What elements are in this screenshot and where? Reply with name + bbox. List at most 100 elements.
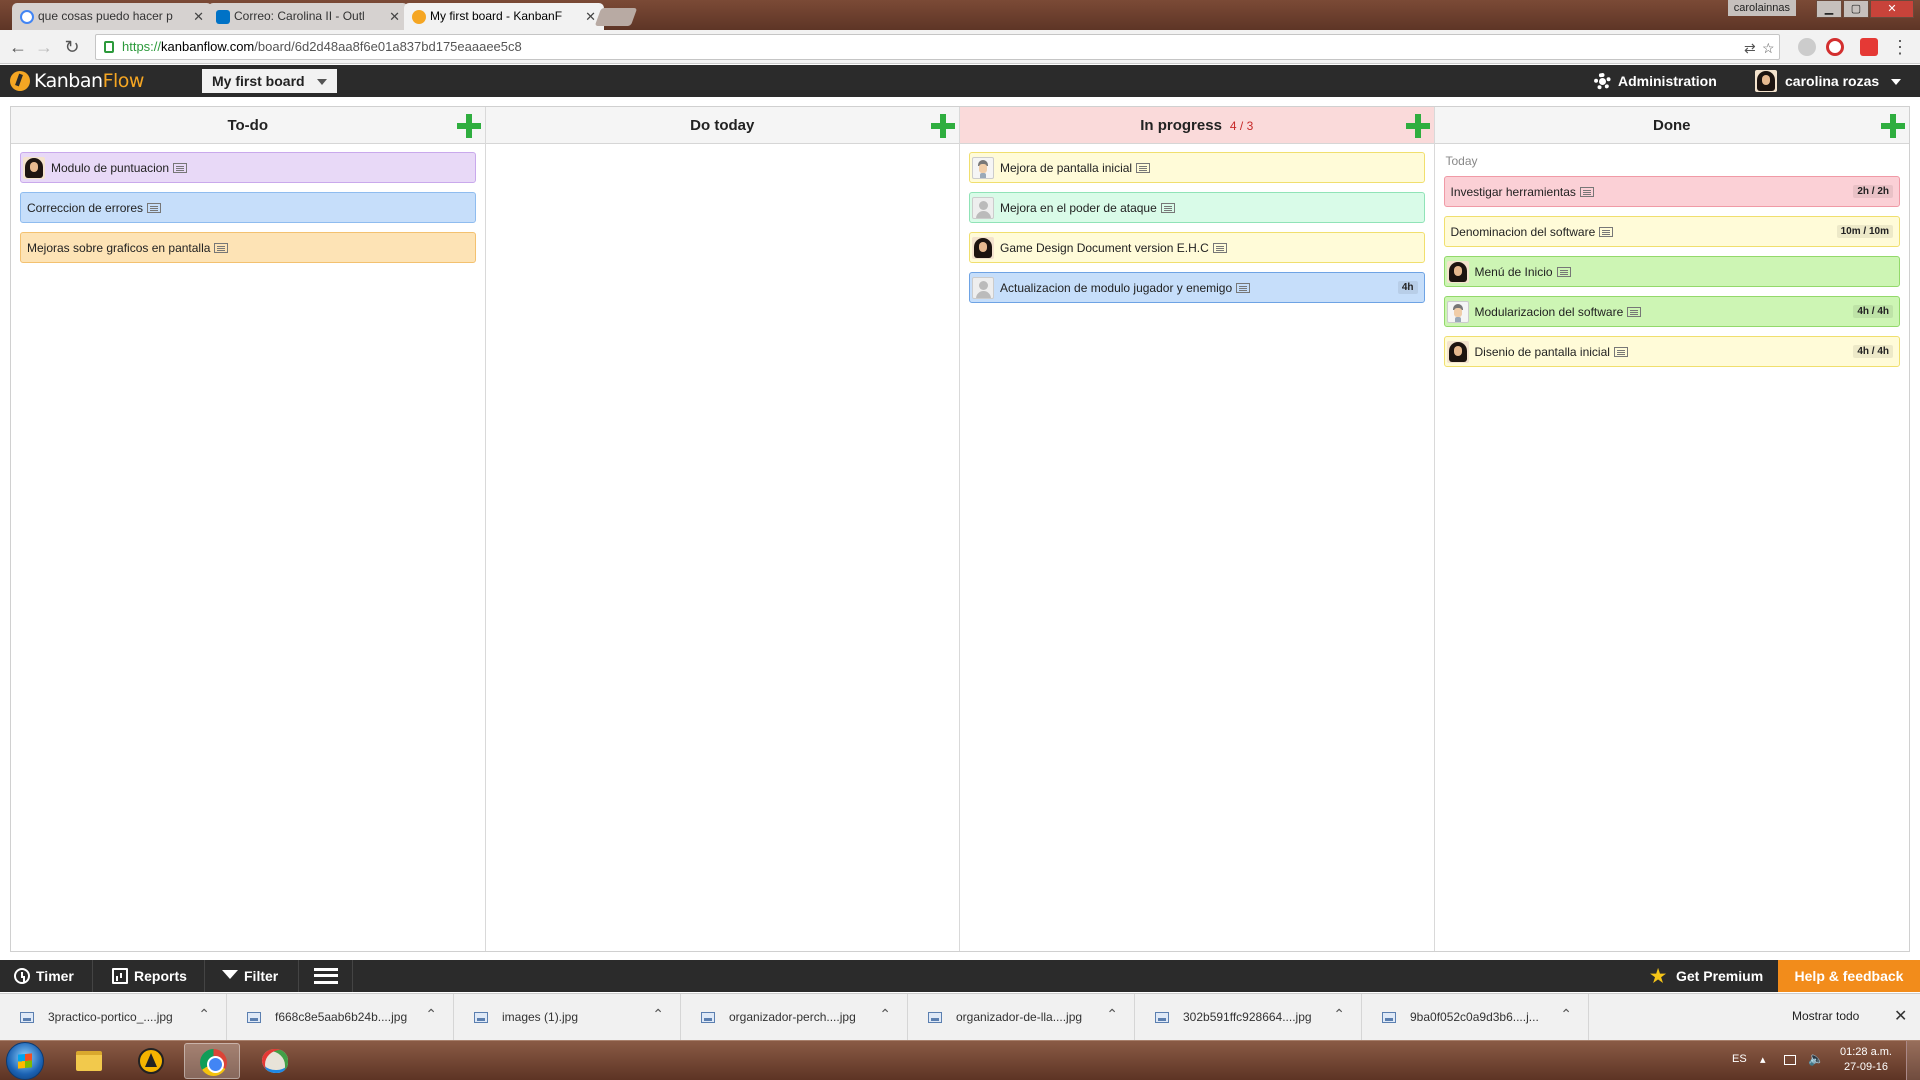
window-close-button[interactable]: ✕	[1870, 0, 1914, 18]
chevron-up-icon[interactable]: ⌃	[425, 1006, 437, 1023]
minimize-button[interactable]: ▁	[1816, 0, 1842, 18]
task-card[interactable]: Mejora en el poder de ataque	[969, 192, 1425, 223]
browser-toolbar: ← → ↻ https://kanbanflow.com/board/6d2d4…	[0, 30, 1920, 64]
download-shelf: Mostrar todo ✕ 3practico-portico_....jpg…	[0, 993, 1920, 1041]
column-title: In progress	[1140, 117, 1222, 134]
help-feedback-button[interactable]: Help & feedback	[1778, 960, 1920, 992]
task-card[interactable]: Investigar herramientas 2h / 2h	[1443, 176, 1900, 207]
task-card[interactable]: Modularizacion del software 4h / 4h	[1443, 296, 1900, 327]
task-card[interactable]: Modulo de puntuacion	[20, 152, 476, 183]
task-card[interactable]: Mejora de pantalla inicial	[969, 152, 1425, 183]
maximize-button[interactable]: ▢	[1843, 0, 1869, 18]
network-icon[interactable]	[1784, 1055, 1796, 1065]
chevron-up-icon[interactable]: ⌃	[1560, 1006, 1572, 1023]
profile-button[interactable]: carolainnas	[1727, 0, 1796, 16]
close-shelf-icon[interactable]: ✕	[1894, 1006, 1907, 1026]
logo-text: KanbanFlow	[34, 70, 144, 92]
back-arrow-icon[interactable]: ←	[8, 37, 28, 57]
timer-button[interactable]: Timer	[10, 960, 74, 992]
tray-expand-icon[interactable]: ▴	[1760, 1053, 1766, 1066]
download-item[interactable]: 302b591ffc928664....jpg ⌃	[1135, 994, 1362, 1041]
browser-tab[interactable]: Correo: Carolina II - Outl ✕	[208, 3, 408, 30]
show-desktop-button[interactable]	[1906, 1041, 1920, 1080]
media-extension-icon[interactable]	[1860, 38, 1878, 56]
system-clock[interactable]: 01:28 a.m. 27-09-16	[1836, 1045, 1896, 1075]
add-task-plus-icon[interactable]	[456, 114, 481, 138]
add-task-plus-icon[interactable]	[931, 114, 955, 138]
chevron-up-icon[interactable]: ⌃	[879, 1006, 891, 1023]
user-menu[interactable]: carolina rozas	[1755, 65, 1902, 97]
description-icon	[1599, 226, 1614, 237]
taskbar-paint[interactable]	[246, 1043, 302, 1079]
chevron-up-icon[interactable]: ⌃	[1106, 1006, 1118, 1023]
browser-tab-active[interactable]: My first board - KanbanF ✕	[404, 3, 604, 30]
divider	[204, 960, 205, 992]
task-card[interactable]: Menú de Inicio	[1443, 256, 1900, 287]
chevron-up-icon[interactable]: ⌃	[1333, 1006, 1345, 1023]
download-item[interactable]: organizador-de-lla....jpg ⌃	[908, 994, 1135, 1041]
window-controls: ▁ ▢ ✕	[1815, 0, 1914, 18]
task-card[interactable]: Actualizacion de modulo jugador y enemig…	[969, 272, 1425, 303]
administration-button[interactable]: Administration	[1594, 65, 1717, 97]
outlook-icon	[216, 10, 230, 24]
description-icon	[214, 242, 229, 253]
menu-dots-icon[interactable]: ⋮	[1890, 37, 1910, 57]
column-body: Mejora de pantalla inicial Mejora en el p…	[960, 144, 1434, 320]
task-card[interactable]: Disenio de pantalla inicial 4h / 4h	[1443, 336, 1900, 367]
time-estimate-badge: 4h / 4h	[1853, 345, 1893, 358]
hamburger-menu-icon[interactable]	[314, 968, 338, 984]
download-item[interactable]: 9ba0f052c0a9d3b6....j... ⌃	[1362, 994, 1589, 1041]
add-task-plus-icon[interactable]	[1881, 114, 1905, 138]
app-footer-bar: Timer Reports Filter ★ Get Premium Help …	[0, 960, 1920, 992]
forward-arrow-icon[interactable]: →	[34, 37, 54, 57]
download-item[interactable]: organizador-perch....jpg ⌃	[681, 994, 908, 1041]
description-icon	[1160, 202, 1175, 213]
task-card[interactable]: Correccion de errores	[20, 192, 476, 223]
task-title: Actualizacion de modulo jugador y enemig…	[1000, 280, 1233, 295]
close-tab-icon[interactable]: ✕	[193, 3, 204, 30]
board-selector[interactable]: My first board	[202, 69, 337, 93]
get-premium-button[interactable]: ★ Get Premium	[1636, 960, 1763, 992]
taskbar-app[interactable]	[122, 1043, 178, 1079]
taskbar-explorer[interactable]	[60, 1043, 116, 1079]
avatar	[1755, 70, 1777, 92]
opera-extension-icon[interactable]	[1826, 38, 1844, 56]
show-all-downloads-button[interactable]: Mostrar todo	[1780, 1002, 1871, 1030]
chevron-up-icon[interactable]: ⌃	[198, 1006, 210, 1023]
cloud-extension-icon[interactable]	[1798, 38, 1816, 56]
address-bar[interactable]: https://kanbanflow.com/board/6d2d48aa8f6…	[95, 34, 1780, 60]
column-title: Done	[1653, 117, 1691, 134]
time-estimate-badge: 10m / 10m	[1836, 225, 1893, 238]
add-task-plus-icon[interactable]	[1405, 114, 1430, 138]
start-button[interactable]	[6, 1042, 44, 1080]
translate-icon[interactable]: ⇄	[1744, 40, 1756, 57]
task-card[interactable]: Denominacion del software 10m / 10m	[1443, 216, 1900, 247]
column-title: To-do	[227, 117, 269, 134]
download-item[interactable]: images (1).jpg ⌃	[454, 994, 681, 1041]
chevron-up-icon[interactable]: ⌃	[652, 1006, 664, 1023]
browser-tab[interactable]: que cosas puedo hacer p ✕	[12, 3, 212, 30]
download-item[interactable]: f668c8e5aab6b24b....jpg ⌃	[227, 994, 454, 1041]
close-tab-icon[interactable]: ✕	[585, 3, 596, 30]
reports-button[interactable]: Reports	[108, 960, 187, 992]
column-header: Done	[1434, 107, 1909, 144]
download-filename: 302b591ffc928664....jpg	[1183, 1010, 1312, 1024]
windows-taskbar: ES ▴ 🔈 01:28 a.m. 27-09-16	[0, 1040, 1920, 1080]
description-icon	[1627, 306, 1642, 317]
new-tab-button[interactable]	[594, 8, 638, 26]
app-header: KanbanFlow My first board Administration…	[0, 65, 1920, 97]
kanbanflow-logo[interactable]: KanbanFlow	[10, 69, 144, 93]
download-item[interactable]: 3practico-portico_....jpg ⌃	[0, 994, 227, 1041]
task-card[interactable]: Game Design Document version E.H.C	[969, 232, 1425, 263]
reload-icon[interactable]: ↻	[62, 37, 82, 57]
premium-label: Get Premium	[1676, 968, 1764, 984]
clock-date: 27-09-16	[1843, 1061, 1889, 1073]
avatar	[1446, 260, 1469, 283]
task-card[interactable]: Mejoras sobre graficos en pantalla	[20, 232, 476, 263]
taskbar-chrome[interactable]	[184, 1043, 240, 1079]
star-bookmark-icon[interactable]: ☆	[1762, 40, 1775, 57]
filter-button[interactable]: Filter	[218, 960, 278, 992]
language-indicator[interactable]: ES	[1732, 1053, 1747, 1065]
volume-icon[interactable]: 🔈	[1808, 1051, 1824, 1067]
close-tab-icon[interactable]: ✕	[389, 3, 400, 30]
